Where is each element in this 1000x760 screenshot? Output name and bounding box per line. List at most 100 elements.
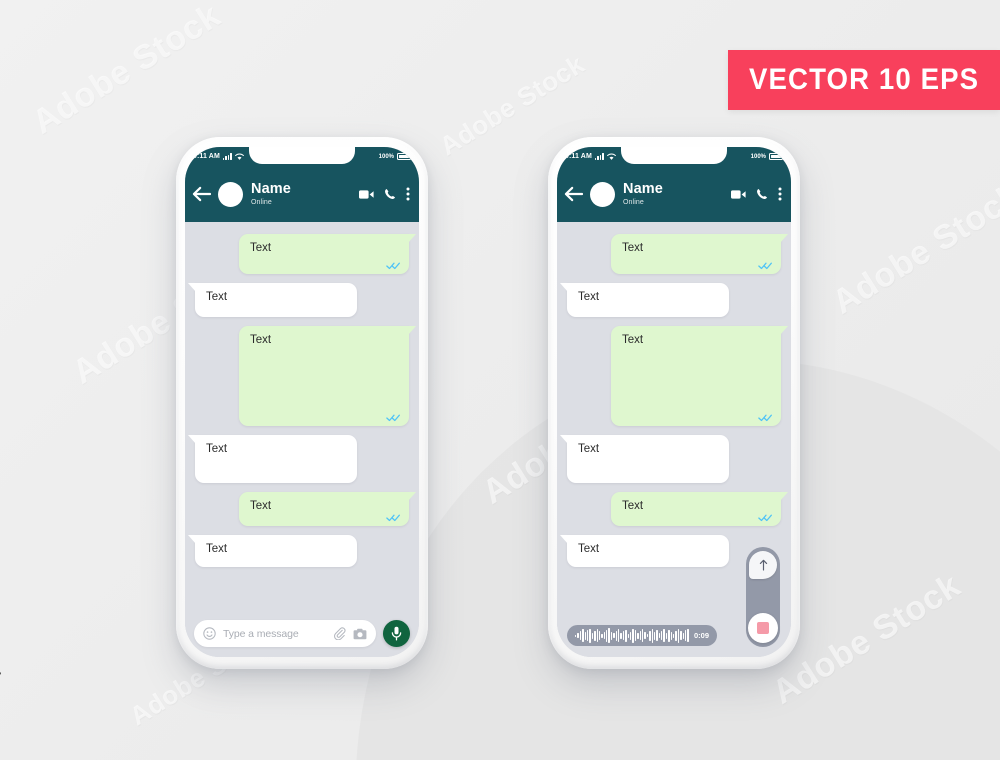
stock-id-label: Adobe Stock | #348237689 <box>0 580 2 760</box>
chat-header: 9:11 AM 100% Name Online <box>185 147 419 222</box>
wifi-icon <box>234 153 244 160</box>
phone-mockup-recording: 9:11 AM 100% Name Online Text Text Text … <box>548 137 800 669</box>
signal-bars-icon <box>594 153 604 160</box>
message-text: Text <box>250 500 272 512</box>
contact-name: Name <box>623 180 663 197</box>
message-list: Text Text Text Text Text Text <box>185 222 419 567</box>
message-row: Text <box>567 326 788 426</box>
voice-recording-bar[interactable]: 0:09 <box>567 625 717 646</box>
chat-message-area[interactable]: Text Text Text Text Text <box>185 222 419 657</box>
incoming-message-bubble[interactable]: Text <box>560 283 729 317</box>
overflow-menu-icon[interactable] <box>778 187 782 201</box>
phone-call-icon[interactable] <box>756 188 768 200</box>
contact-avatar[interactable] <box>218 181 243 207</box>
contact-info[interactable]: Name Online <box>623 180 663 207</box>
phone-notch <box>621 147 727 164</box>
message-text: Text <box>578 543 600 555</box>
battery-full-icon <box>769 153 785 160</box>
message-text: Text <box>206 543 228 555</box>
message-row: Text <box>560 435 781 483</box>
video-call-icon[interactable] <box>359 189 374 200</box>
message-input-pill[interactable]: Type a message <box>194 620 376 647</box>
message-text: Text <box>206 291 228 303</box>
contact-avatar[interactable] <box>590 181 615 207</box>
phone-mockup-chat: 9:11 AM 100% Name Online Text Text Text … <box>176 137 428 669</box>
vector-eps-badge-label: VECTOR 10 EPS <box>748 63 980 96</box>
audio-waveform <box>575 628 690 644</box>
message-composer: Type a message <box>185 620 419 647</box>
read-receipt-ticks-icon <box>386 514 400 522</box>
message-text: Text <box>622 242 644 254</box>
stop-recording-icon[interactable] <box>748 613 778 643</box>
chat-header-row: Name Online <box>557 166 791 222</box>
chat-message-area[interactable]: Text Text Text Text Text <box>557 222 791 657</box>
message-row: Text <box>195 234 416 274</box>
wifi-icon <box>606 153 616 160</box>
outgoing-message-bubble[interactable]: Text <box>239 326 416 426</box>
message-text: Text <box>622 500 644 512</box>
read-receipt-ticks-icon <box>386 262 400 270</box>
outgoing-message-bubble[interactable]: Text <box>239 234 416 274</box>
message-text: Text <box>206 443 228 455</box>
incoming-message-bubble[interactable]: Text <box>188 435 357 483</box>
video-call-icon[interactable] <box>731 189 746 200</box>
voice-recording-panel: 0:09 <box>557 547 791 647</box>
outgoing-message-bubble[interactable]: Text <box>611 234 788 274</box>
chat-header: 9:11 AM 100% Name Online <box>557 147 791 222</box>
read-receipt-ticks-icon <box>386 414 400 422</box>
message-row: Text <box>567 234 788 274</box>
back-arrow-icon[interactable] <box>564 186 583 202</box>
outgoing-message-bubble[interactable]: Text <box>239 492 416 526</box>
message-text: Text <box>250 242 272 254</box>
message-row: Text <box>195 492 416 526</box>
lock-slide-up-icon[interactable] <box>749 551 777 579</box>
read-receipt-ticks-icon <box>758 262 772 270</box>
recording-slider-track[interactable] <box>746 547 780 647</box>
message-row: Text <box>188 435 409 483</box>
camera-icon[interactable] <box>353 628 367 640</box>
status-bar-time: 9:11 AM <box>193 153 220 160</box>
voice-record-button[interactable] <box>383 620 410 647</box>
message-text: Text <box>250 334 272 346</box>
paperclip-icon[interactable] <box>333 627 346 640</box>
incoming-message-bubble[interactable]: Text <box>188 283 357 317</box>
message-row: Text <box>560 283 781 317</box>
overflow-menu-icon[interactable] <box>406 187 410 201</box>
header-action-icons <box>359 187 410 201</box>
incoming-message-bubble[interactable]: Text <box>560 435 729 483</box>
recording-duration: 0:09 <box>693 631 709 640</box>
message-input-placeholder: Type a message <box>223 627 299 640</box>
read-receipt-ticks-icon <box>758 414 772 422</box>
phone-call-icon[interactable] <box>384 188 396 200</box>
message-row: Text <box>188 535 409 567</box>
battery-percent-label: 100% <box>378 153 394 160</box>
chat-header-row: Name Online <box>185 166 419 222</box>
message-text: Text <box>578 291 600 303</box>
microphone-icon <box>391 626 402 641</box>
phone-screen: 9:11 AM 100% Name Online Text Text Text … <box>557 147 791 657</box>
contact-info[interactable]: Name Online <box>251 180 291 207</box>
contact-status: Online <box>251 198 272 206</box>
outgoing-message-bubble[interactable]: Text <box>611 492 788 526</box>
incoming-message-bubble[interactable]: Text <box>188 535 357 567</box>
message-text: Text <box>578 443 600 455</box>
signal-bars-icon <box>222 153 232 160</box>
read-receipt-ticks-icon <box>758 514 772 522</box>
message-row: Text <box>567 492 788 526</box>
status-bar-time: 9:11 AM <box>565 153 592 160</box>
contact-status: Online <box>623 198 644 206</box>
contact-name: Name <box>251 180 291 197</box>
outgoing-message-bubble[interactable]: Text <box>611 326 788 426</box>
battery-percent-label: 100% <box>750 153 766 160</box>
message-row: Text <box>188 283 409 317</box>
message-list: Text Text Text Text Text Text <box>557 222 791 567</box>
phone-notch <box>249 147 355 164</box>
message-row: Text <box>195 326 416 426</box>
back-arrow-icon[interactable] <box>192 186 211 202</box>
message-text: Text <box>622 334 644 346</box>
phone-screen: 9:11 AM 100% Name Online Text Text Text … <box>185 147 419 657</box>
battery-full-icon <box>397 153 413 160</box>
emoji-smiley-icon[interactable] <box>203 627 216 640</box>
vector-eps-badge: VECTOR 10 EPS <box>728 50 1000 110</box>
header-action-icons <box>731 187 782 201</box>
